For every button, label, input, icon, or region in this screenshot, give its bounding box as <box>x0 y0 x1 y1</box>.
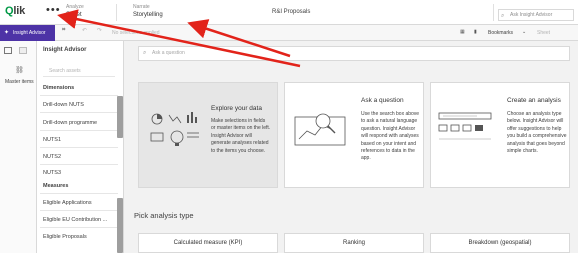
divider <box>40 95 118 96</box>
dimension-item[interactable]: Drill-down NUTS <box>43 102 115 108</box>
divider <box>40 164 118 165</box>
search-assets-input[interactable]: Search assets <box>43 65 115 77</box>
dimension-item[interactable]: NUTS3 <box>43 170 115 176</box>
nav-analyze-label: Analyze <box>66 4 84 10</box>
card-body: Make selections in fields or master item… <box>211 118 271 154</box>
grid-view-icon[interactable] <box>19 47 27 54</box>
chevron-down-icon[interactable]: ⌄ <box>522 29 526 35</box>
ask-placeholder: Ask a question <box>152 50 185 56</box>
divider <box>40 193 118 194</box>
selections-status: No selections applied <box>112 30 160 36</box>
header-divider-right <box>493 4 494 21</box>
sheet-dropdown[interactable]: Sheet <box>537 30 550 36</box>
list-view-icon[interactable] <box>4 47 12 54</box>
link-icon[interactable]: ⛓ <box>15 66 24 74</box>
create-analysis-card[interactable]: Create an analysis Choose an analysis ty… <box>430 82 570 188</box>
header-divider <box>116 4 117 21</box>
ask-illustration-icon <box>294 113 346 146</box>
selection-tool-icon[interactable]: ⌗ <box>62 27 65 34</box>
bookmark-icon[interactable]: ▮ <box>474 29 477 35</box>
search-placeholder: Ask Insight Advisor <box>510 12 553 18</box>
more-menu-icon[interactable]: ••• <box>46 4 61 16</box>
step-forward-icon[interactable]: ↷ <box>97 27 102 34</box>
measure-item[interactable]: Eligible EU Contribution ... <box>43 217 115 223</box>
divider <box>40 147 118 148</box>
ask-question-card[interactable]: Ask a question Use the search box above … <box>284 82 424 188</box>
search-icon: ⌕ <box>143 50 147 56</box>
analysis-type-ranking[interactable]: Ranking <box>284 233 424 253</box>
master-items-label[interactable]: Master items <box>5 79 34 85</box>
explore-data-card[interactable]: Explore your data Make selections in fie… <box>138 82 278 188</box>
measure-item[interactable]: Eligible Proposals <box>43 234 115 240</box>
card-body: Use the search box above to ask a natura… <box>361 111 420 162</box>
divider <box>40 112 118 113</box>
nav-sheet-label: Sheet <box>66 12 82 18</box>
logo-text: Qlik <box>5 5 25 17</box>
dimension-item[interactable]: Drill-down programme <box>43 120 115 126</box>
divider <box>40 210 118 211</box>
divider <box>40 227 118 228</box>
bookmarks-dropdown[interactable]: Bookmarks <box>488 30 513 36</box>
card-title: Explore your data <box>211 105 262 112</box>
card-title: Ask a question <box>361 97 404 104</box>
nav-analyze-sheet[interactable]: Analyze Sheet <box>66 4 84 19</box>
dimensions-header: Dimensions <box>43 85 75 91</box>
search-icon: ⌕ <box>501 13 505 19</box>
panel-title: Insight Advisor <box>43 47 87 53</box>
logo-q: Q <box>5 5 14 17</box>
ask-question-input[interactable]: ⌕ Ask a question <box>138 46 570 61</box>
card-body: Choose an analysis type below. Insight A… <box>507 111 567 155</box>
lightbulb-icon: ✦ <box>4 30 10 36</box>
insight-advisor-label: Insight Advisor <box>13 30 46 36</box>
app-title: R&I Proposals <box>272 9 311 15</box>
analysis-type-kpi[interactable]: Calculated measure (KPI) <box>138 233 278 253</box>
rail-view-toggle[interactable] <box>0 44 37 58</box>
measures-scrollbar[interactable] <box>117 198 123 253</box>
analysis-type-breakdown[interactable]: Breakdown (geospatial) <box>430 233 570 253</box>
step-back-icon[interactable]: ↶ <box>82 27 87 34</box>
create-analysis-illustration-icon <box>438 112 492 140</box>
dimensions-scrollbar[interactable] <box>117 96 123 138</box>
nav-narrate-label: Narrate <box>133 4 150 10</box>
nav-storytelling-label: Storytelling <box>133 12 163 18</box>
explore-illustration-icon <box>150 112 199 146</box>
measure-item[interactable]: Eligible Applications <box>43 200 115 206</box>
dimension-item[interactable]: NUTS1 <box>43 137 115 143</box>
ask-insight-advisor-search[interactable]: ⌕ Ask Insight Advisor <box>498 9 574 21</box>
measures-header: Measures <box>43 183 69 189</box>
qlik-logo[interactable]: Qlik <box>5 5 25 17</box>
divider <box>40 130 118 131</box>
nav-narrate-storytelling[interactable]: Narrate Storytelling <box>133 4 163 19</box>
pick-analysis-heading: Pick analysis type <box>134 211 194 220</box>
card-title: Create an analysis <box>507 97 561 104</box>
grid-icon[interactable]: ▦ <box>460 29 465 35</box>
insight-advisor-button[interactable]: ✦ Insight Advisor <box>0 25 55 41</box>
dimension-item[interactable]: NUTS2 <box>43 154 115 160</box>
